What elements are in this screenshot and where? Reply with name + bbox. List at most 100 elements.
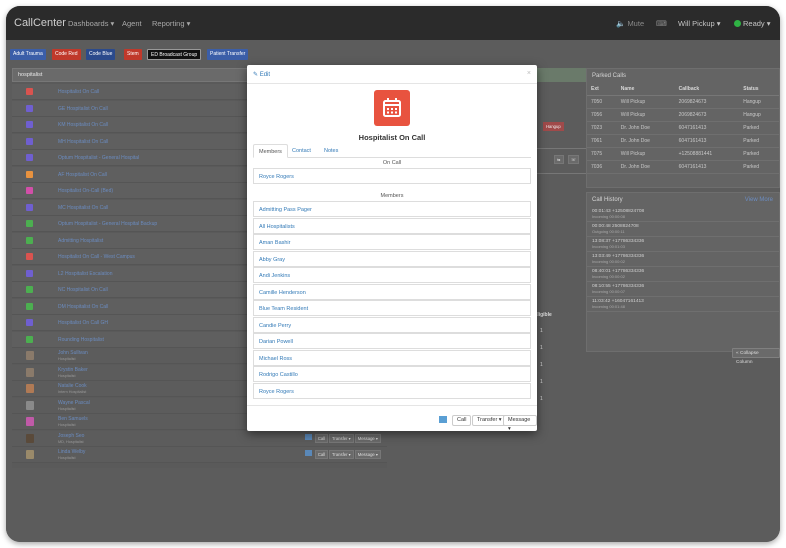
history-row[interactable]: 00:00:48 2508824708 Outgoing 00:00:11 (587, 222, 779, 237)
person-message-button[interactable]: Message ▾ (354, 433, 381, 443)
group-name[interactable]: DM Hospitalist On Call (58, 304, 108, 310)
group-name[interactable]: Hospitalist On-Call (Bed) (58, 188, 113, 194)
avatar (26, 384, 34, 393)
nav-reporting[interactable]: Reporting ▾ (152, 19, 190, 28)
table-row[interactable]: 7023 Dr. John Doe 6047161413 Parked (587, 121, 779, 135)
brand-logo[interactable]: CallCenter (14, 17, 66, 29)
quick-button-1[interactable]: Code Red (52, 49, 81, 60)
table-row[interactable]: 7036 Dr. John Doe 6047161413 Parked (587, 160, 779, 174)
person-message-button[interactable]: Message ▾ (354, 450, 381, 459)
edit-link[interactable]: ✎ Edit (253, 71, 270, 78)
member-item[interactable]: Andi Jenkins (253, 267, 531, 283)
mute-button[interactable]: 🔈 Mute (616, 19, 644, 28)
person-name[interactable]: Joseph Seo (58, 433, 84, 439)
member-item[interactable]: Royce Rogers (253, 382, 531, 399)
group-name[interactable]: Hospitalist On Call - West Campus (58, 254, 135, 260)
person-row[interactable]: Joseph Seo MD, Hospitalist Call Transfer ▾ M… (12, 430, 387, 447)
member-item[interactable]: Candie Perry (253, 316, 531, 333)
modal-footer-divider (247, 405, 537, 406)
table-row[interactable]: 7075 Will Pickup +12508881441 Parked (587, 147, 779, 161)
eligible-count: 1 (540, 362, 543, 368)
edit-label: Edit (259, 72, 271, 78)
person-name[interactable]: John Sullivan (58, 350, 88, 356)
message-icon[interactable] (304, 433, 312, 440)
group-name[interactable]: Hospitalist On Call GH (58, 320, 108, 326)
transfer-pct-button[interactable]: ⇆ (554, 155, 564, 164)
person-transfer-button[interactable]: Transfer ▾ (329, 433, 354, 443)
person-call-button[interactable]: Call (314, 450, 329, 459)
table-row[interactable]: 7061 Dr. John Doe 6047161413 Parked (587, 134, 779, 148)
group-name[interactable]: GE Hospitalist On Call (58, 106, 108, 112)
member-item[interactable]: All Hospitalists (253, 217, 531, 234)
nav-agent[interactable]: Agent (122, 19, 142, 28)
view-more-link[interactable]: View More (745, 197, 773, 203)
member-item[interactable]: Admitting Pass Pager (253, 201, 531, 217)
person-row[interactable]: Linda Welby Hospitalist Call Transfer ▾ Mess… (12, 447, 387, 463)
user-menu[interactable]: Will Pickup ▾ (678, 19, 721, 28)
history-duration: 00:00:02 (609, 259, 625, 264)
member-item[interactable]: Michael Ross (253, 349, 531, 366)
history-row[interactable]: 13:03:49 +17786334336 Incoming 00:00:02 (587, 252, 779, 267)
tab-contact[interactable]: Contact (287, 144, 316, 158)
member-item[interactable]: Darian Powell (253, 333, 531, 349)
quick-button-2[interactable]: Code Blue (86, 49, 116, 60)
parked-cell: Dr. John Doe (616, 134, 675, 148)
quick-button-3[interactable]: Stem (124, 49, 142, 60)
nav-dashboards[interactable]: Dashboards ▾ (68, 19, 114, 28)
history-row[interactable]: 08:40:01 +17786334336 Incoming 00:00:02 (587, 267, 779, 282)
quick-button-0[interactable]: Adult Trauma (10, 49, 46, 60)
modal-message-button[interactable]: Message ▾ (503, 415, 537, 432)
group-name[interactable]: L2 Hospitalist Escalation (58, 271, 112, 277)
tab-notes[interactable]: Notes (319, 144, 343, 158)
hangup-button[interactable]: Hangup (543, 122, 564, 131)
person-name[interactable]: Wayne Pascal (58, 400, 90, 406)
group-name[interactable]: Hospitalist On Call (58, 89, 99, 95)
person-call-button[interactable]: Call (314, 433, 329, 443)
person-role: Hospitalist (58, 423, 76, 427)
history-row[interactable]: 13:08:37 +17786334336 Incoming 00:01:03 (587, 237, 779, 252)
group-name[interactable]: MH Hospitalist On Call (58, 139, 108, 145)
phone-icon[interactable]: ☏ (568, 155, 580, 164)
history-row[interactable]: 08:10:55 +17786334336 Incoming 00:00:07 (587, 282, 779, 297)
quick-button-5[interactable]: Patient Transfer (207, 49, 249, 60)
group-name[interactable]: AF Hospitalist On Call (58, 172, 107, 178)
history-row[interactable]: 00:01:43 +12508824708 Incoming 00:00:08 (587, 207, 779, 222)
member-item[interactable]: Blue Team Resident (253, 300, 531, 316)
group-name[interactable]: Rounding Hospitalist (58, 337, 104, 343)
quick-button-4[interactable]: ED Broadcast Group (147, 49, 202, 60)
group-name[interactable]: MC Hospitalist On Call (58, 205, 108, 211)
member-item[interactable]: Rodrigo Castillo (253, 366, 531, 382)
group-name[interactable]: Optum Hospitalist - General Hospital (58, 155, 139, 161)
status-menu[interactable]: Ready ▾ (734, 19, 771, 28)
member-item[interactable]: Aman Bashir (253, 234, 531, 250)
person-role: Hospitalist (58, 406, 76, 411)
person-transfer-button[interactable]: Transfer ▾ (329, 450, 354, 459)
collapse-column-button[interactable]: « Collapse Column (732, 348, 780, 365)
parked-calls-table: Ext Name Callback Status 7050 Will Pickup 206… (587, 83, 779, 174)
on-call-member[interactable]: Royce Rogers (253, 168, 531, 184)
group-name[interactable]: Admitting Hospitalist (58, 238, 103, 244)
status-label: Ready ▾ (743, 19, 771, 28)
close-icon[interactable]: × (527, 70, 531, 77)
table-row[interactable]: 7056 Will Pickup 2069824673 Hangup (587, 108, 779, 122)
member-item[interactable]: Camille Henderson (253, 283, 531, 300)
modal-call-button[interactable]: Call (452, 415, 472, 426)
group-name[interactable]: NC Hospitalist On Call (58, 287, 108, 293)
person-name[interactable]: Linda Welby (58, 449, 85, 455)
person-name[interactable]: Krystin Baker (58, 367, 88, 373)
eligible-count: 1 (540, 379, 543, 385)
person-name[interactable]: Natalie Cook (58, 383, 87, 389)
parked-cell: Parked (739, 147, 779, 161)
modal-transfer-button[interactable]: Transfer ▾ (472, 415, 507, 426)
message-icon[interactable] (304, 450, 312, 456)
member-item[interactable]: Abby Gray (253, 250, 531, 267)
history-row[interactable]: 11:03:42 +16047161413 Incoming 00:01:48 (587, 297, 779, 312)
avatar (26, 400, 34, 410)
group-name[interactable]: KM Hospitalist On Call (58, 122, 108, 128)
group-name[interactable]: Optum Hospitalist - General Hospital Bac… (58, 221, 157, 227)
table-row[interactable]: 7050 Will Pickup 2069824673 Hangup (587, 95, 779, 109)
keyboard-icon[interactable]: ⌨ (656, 19, 667, 28)
tab-members[interactable]: Members (253, 144, 288, 158)
message-icon[interactable] (439, 416, 447, 423)
person-name[interactable]: Ben Samuels (58, 416, 88, 422)
